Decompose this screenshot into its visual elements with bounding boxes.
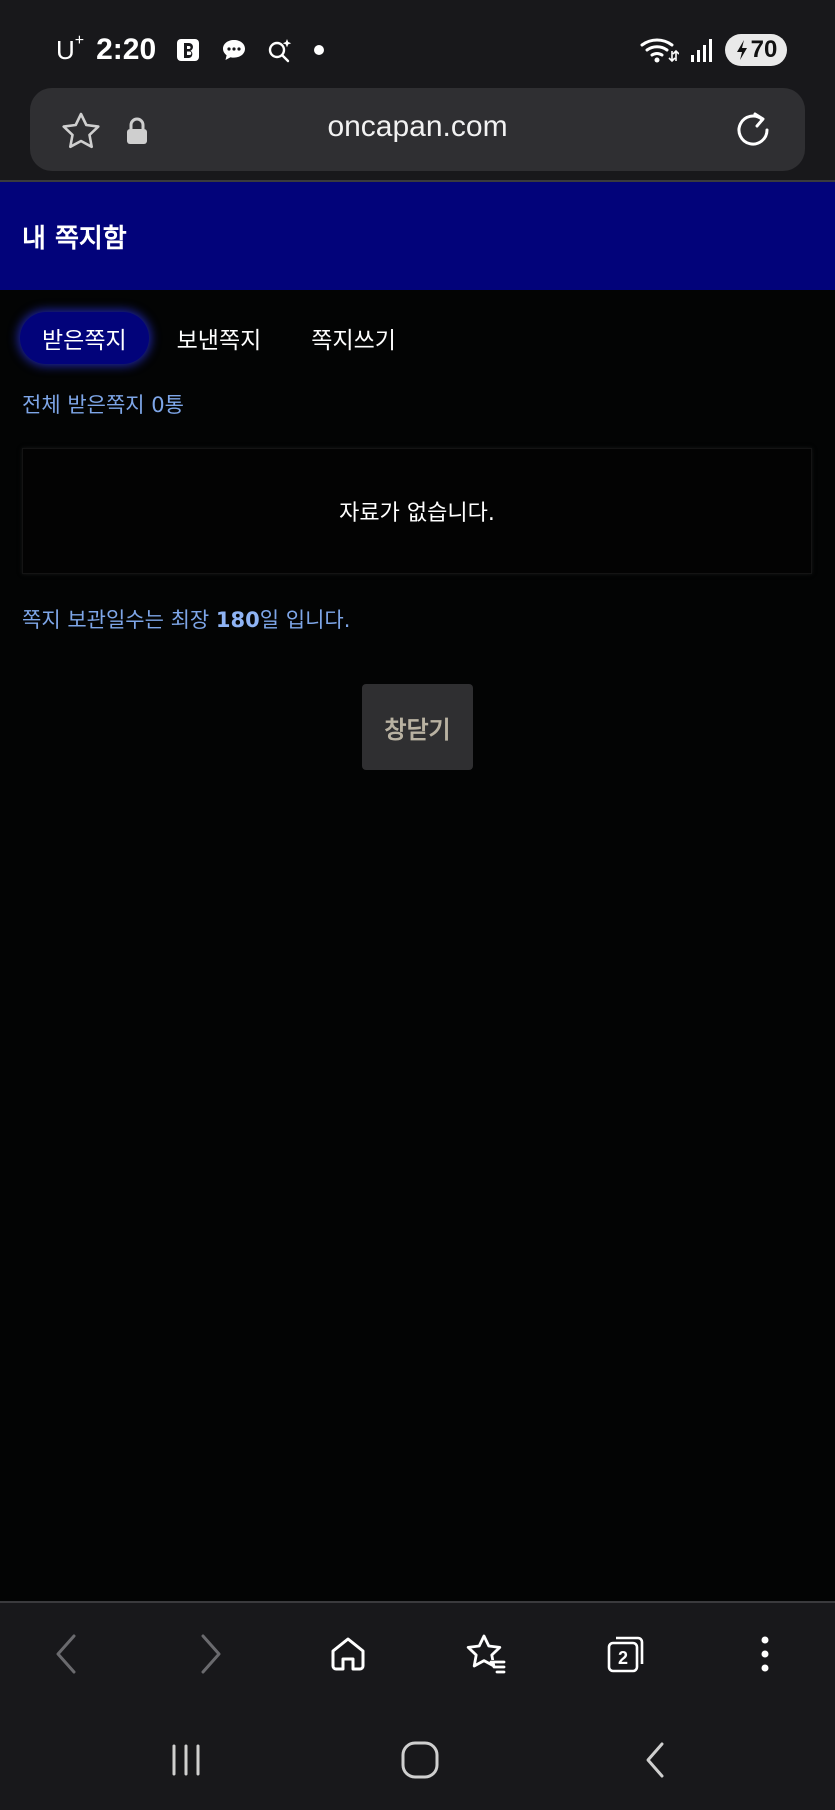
more-icon xyxy=(761,1636,769,1672)
home-icon xyxy=(331,1637,365,1671)
signal-icon xyxy=(691,39,712,62)
address-bar[interactable]: oncapan.com xyxy=(30,88,805,171)
recents-icon xyxy=(172,1744,200,1776)
home-button[interactable] xyxy=(323,1629,373,1679)
tab-received[interactable]: 받은쪽지 xyxy=(20,312,149,364)
battery-indicator: 70 xyxy=(725,34,787,66)
clock: 2:20 xyxy=(96,33,157,66)
forward-icon xyxy=(201,1634,221,1674)
assistant-icon xyxy=(268,39,292,63)
bold-b-icon xyxy=(177,39,200,61)
bookmarks-button[interactable] xyxy=(461,1629,511,1679)
back-icon xyxy=(56,1634,76,1674)
home-nav-icon xyxy=(401,1741,439,1779)
tabs-icon: 2 xyxy=(607,1636,644,1673)
more-button[interactable] xyxy=(740,1629,790,1679)
browser-toolbar: 2 xyxy=(0,1603,835,1705)
home-nav-button[interactable] xyxy=(395,1735,445,1785)
back-nav-icon xyxy=(646,1742,664,1778)
retention-prefix: 쪽지 보관일수는 최장 xyxy=(22,608,216,632)
retention-days: 180 xyxy=(215,608,260,632)
bookmarks-icon xyxy=(466,1634,506,1674)
message-list: 자료가 없습니다. xyxy=(22,448,812,574)
url-text[interactable]: oncapan.com xyxy=(30,110,805,144)
chat-icon xyxy=(223,40,246,60)
tab-sent[interactable]: 보낸쪽지 xyxy=(155,312,284,364)
reload-icon[interactable] xyxy=(731,108,775,152)
svg-text:2: 2 xyxy=(618,1648,628,1668)
status-left: U+ 2:20 xyxy=(56,30,326,70)
system-nav-bar xyxy=(0,1705,835,1810)
battery-level: 70 xyxy=(750,36,778,63)
back-button[interactable] xyxy=(42,1629,92,1679)
dot-icon xyxy=(314,45,325,55)
close-window-button[interactable]: 창닫기 xyxy=(362,684,473,770)
back-nav-button[interactable] xyxy=(630,1735,680,1785)
tab-write[interactable]: 쪽지쓰기 xyxy=(289,312,418,364)
status-right: 70 xyxy=(639,30,787,70)
battery-charging-icon xyxy=(736,40,747,60)
page-header: 내 쪽지함 xyxy=(0,182,835,290)
forward-button[interactable] xyxy=(185,1629,235,1679)
recents-button[interactable] xyxy=(161,1735,211,1785)
wifi-icon xyxy=(640,38,679,63)
page-title: 내 쪽지함 xyxy=(22,224,127,254)
retention-suffix: 일 입니다. xyxy=(259,608,351,632)
empty-message: 자료가 없습니다. xyxy=(339,501,495,526)
carrier-label: U+ xyxy=(56,31,85,65)
total-count: 전체 받은쪽지 0통 xyxy=(22,393,184,417)
retention-notice: 쪽지 보관일수는 최장 180일 입니다. xyxy=(22,604,350,634)
tabs-button[interactable]: 2 xyxy=(601,1629,651,1679)
browser-address-area: oncapan.com xyxy=(0,80,835,180)
message-tabs: 받은쪽지 보낸쪽지 쪽지쓰기 xyxy=(20,312,424,364)
status-bar: U+ 2:20 70 xyxy=(0,0,835,80)
